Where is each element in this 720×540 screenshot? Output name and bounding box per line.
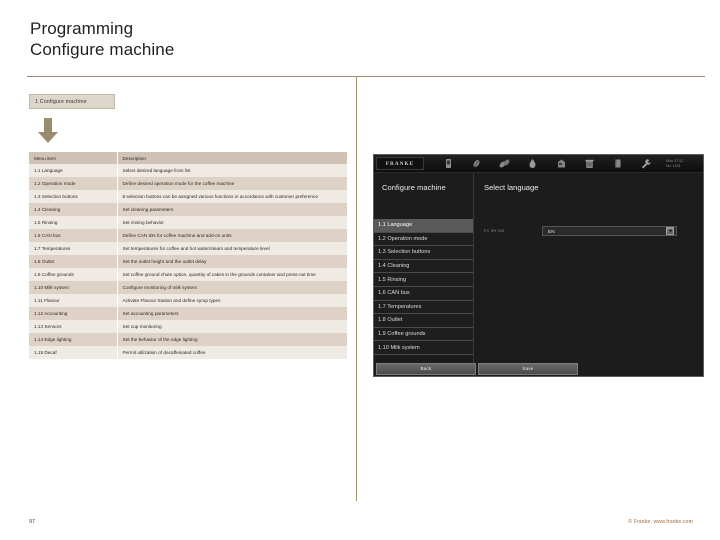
sidebar-item-4[interactable]: 1.4 Cleaning [374, 259, 473, 274]
slide-canvas: Programming Configure machine 1 Configur… [0, 0, 720, 540]
page-title-line-2: Configure machine [30, 40, 175, 59]
table-row: 1.5 Rinsing Set rinsing behavior [29, 216, 347, 229]
table-cell-description: 8 selection buttons can be assigned vari… [117, 190, 347, 203]
milk-carton-icon[interactable] [555, 157, 568, 170]
page-title-line-1: Programming [30, 19, 134, 38]
table-cell-description: Set cup monitoring [117, 320, 347, 333]
table-cell-menu-item: 1.15 Decaf [29, 346, 118, 359]
table-cell-menu-item: 1.12 Accounting [29, 307, 118, 320]
table-cell-menu-item: 1.9 Coffee grounds [29, 268, 118, 281]
table-row: 1.14 Edge lighting Set the behavior of th… [29, 333, 347, 346]
coffee-bean-icon[interactable] [470, 157, 483, 170]
sidebar-item-8[interactable]: 1.8 Outlet [374, 314, 473, 328]
table-row: 1.1 Language Select desired language from… [29, 164, 347, 177]
beans-stack-icon[interactable] [498, 157, 511, 170]
sidebar-menu-list: 1.1 Language 1.2 Operation mode 1.3 Select… [374, 219, 473, 376]
page-title: Programming Configure machine [30, 18, 174, 60]
table-cell-description: Permit utilization of decaffeinated coff… [117, 346, 347, 359]
language-field-row: FC SH 026 EN [474, 226, 703, 236]
menu-description-table: Menu item Description 1.1 Language Select… [29, 152, 347, 359]
book-icon[interactable] [611, 157, 624, 170]
table-cell-description: Activate Flavour Station and define syru… [117, 294, 347, 307]
table-row: 1.7 Temperatures Set temperatures for cof… [29, 242, 347, 255]
table-row: 1.12 Accounting Set accounting parameters [29, 307, 347, 320]
table-cell-description: Set the behavior of the edge lighting [117, 333, 347, 346]
table-cell-menu-item: 1.14 Edge lighting [29, 333, 118, 346]
sidebar-item-1[interactable]: 1.1 Language [374, 219, 473, 233]
sidebar-item-9[interactable]: 1.9 Coffee grounds [374, 327, 473, 342]
horizontal-divider [27, 76, 705, 78]
table-body: 1.1 Language Select desired language from… [29, 164, 347, 359]
table-cell-description: Set accounting parameters [117, 307, 347, 320]
screen-body: Configure machine 1.1 Language 1.2 Operat… [374, 173, 703, 376]
sidebar-title: Configure machine [382, 183, 446, 192]
table-cell-menu-item: 1.10 Milk system [29, 281, 118, 294]
content-panel-title: Select language [484, 183, 539, 192]
table-row: 1.15 Decaf Permit utilization of decaffei… [29, 346, 347, 359]
table-row: 1.13 Sensors Set cup monitoring [29, 320, 347, 333]
language-field-label: FC SH 026 [484, 229, 505, 233]
table-cell-menu-item: 1.8 Outlet [29, 255, 118, 268]
table-cell-menu-item: 1.7 Temperatures [29, 242, 118, 255]
toolbar-icon-group [424, 157, 666, 170]
table-cell-description: Select desired language from list [117, 164, 347, 177]
table-row: 1.9 Coffee grounds Set coffee ground chut… [29, 268, 347, 281]
sidebar-item-6[interactable]: 1.6 CAN bus [374, 286, 473, 301]
table-cell-menu-item: 1.2 Operation mode [29, 177, 118, 190]
language-dropdown[interactable]: EN [542, 226, 677, 236]
wrench-icon[interactable] [639, 157, 652, 170]
sidebar-item-5[interactable]: 1.5 Rinsing [374, 273, 473, 287]
clock-line-2: No. 1431 [666, 163, 681, 168]
screen-clock: Mon 17:12 No. 1431 [666, 159, 700, 168]
waste-bin-icon[interactable] [583, 157, 596, 170]
table-cell-menu-item: 1.13 Sensors [29, 320, 118, 333]
table-row: 1.8 Outlet Set the outlet height and the … [29, 255, 347, 268]
sidebar-item-2[interactable]: 1.2 Operation mode [374, 232, 473, 247]
table-cell-description: Set temperatures for coffee and hot wate… [117, 242, 347, 255]
table-header-description: Description [117, 152, 347, 164]
table-header-row: Menu item Description [29, 152, 347, 164]
table-row: 1.4 Cleaning Set cleaning parameters [29, 203, 347, 216]
table-cell-menu-item: 1.3 Selection buttons [29, 190, 118, 203]
chevron-down-icon[interactable] [666, 227, 675, 235]
table-cell-description: Set coffee ground chute option, quantity… [117, 268, 347, 281]
page-number: 97 [29, 519, 36, 525]
language-dropdown-value: EN [548, 228, 555, 234]
table-cell-description: Set the outlet height and the outlet del… [117, 255, 347, 268]
table-cell-menu-item: 1.11 Flavour [29, 294, 118, 307]
back-button[interactable]: Back [376, 363, 476, 375]
table-cell-menu-item: 1.4 Cleaning [29, 203, 118, 216]
vertical-divider [356, 76, 358, 501]
breadcrumb-label: 1 Configure machine [35, 98, 87, 105]
sidebar-item-7[interactable]: 1.7 Temperatures [374, 300, 473, 315]
table-cell-description: Configure monitoring of milk system [117, 281, 347, 294]
machine-touchscreen: FRANKE Mon 17:12 No. 1431 Configure mach… [373, 154, 704, 377]
table-row: 1.11 Flavour Activate Flavour Station and… [29, 294, 347, 307]
table-cell-description: Set cleaning parameters [117, 203, 347, 216]
table-row: 1.10 Milk system Configure monitoring of … [29, 281, 347, 294]
table-cell-description: Define desired operation mode for the co… [117, 177, 347, 190]
screen-footer: Back Save [374, 361, 703, 376]
water-drop-icon[interactable] [526, 157, 539, 170]
table-header-menu-item: Menu item [29, 152, 118, 164]
franke-logo: FRANKE [376, 157, 424, 170]
sidebar-item-10[interactable]: 1.10 Milk system [374, 341, 473, 355]
breadcrumb: 1 Configure machine [29, 94, 115, 109]
table-cell-menu-item: 1.5 Rinsing [29, 216, 118, 229]
screen-toolbar: FRANKE Mon 17:12 No. 1431 [374, 155, 703, 173]
screen-sidebar: Configure machine 1.1 Language 1.2 Operat… [374, 173, 474, 376]
table-cell-menu-item: 1.6 CAN bus [29, 229, 118, 242]
table-cell-menu-item: 1.1 Language [29, 164, 118, 177]
copyright-notice: © Franke, www.franke.com [628, 519, 693, 525]
table-row: 1.2 Operation mode Define desired operati… [29, 177, 347, 190]
sidebar-item-3[interactable]: 1.3 Selection buttons [374, 246, 473, 260]
table-row: 1.3 Selection buttons 8 selection buttons… [29, 190, 347, 203]
coffee-cup-icon[interactable] [442, 157, 455, 170]
table-cell-description: Define CAN IDs for coffee machine and ad… [117, 229, 347, 242]
table-cell-description: Set rinsing behavior [117, 216, 347, 229]
table-row: 1.6 CAN bus Define CAN IDs for coffee mac… [29, 229, 347, 242]
screen-content-panel: Select language FC SH 026 EN [474, 173, 703, 376]
down-arrow-icon [37, 118, 59, 149]
save-button[interactable]: Save [478, 363, 578, 375]
